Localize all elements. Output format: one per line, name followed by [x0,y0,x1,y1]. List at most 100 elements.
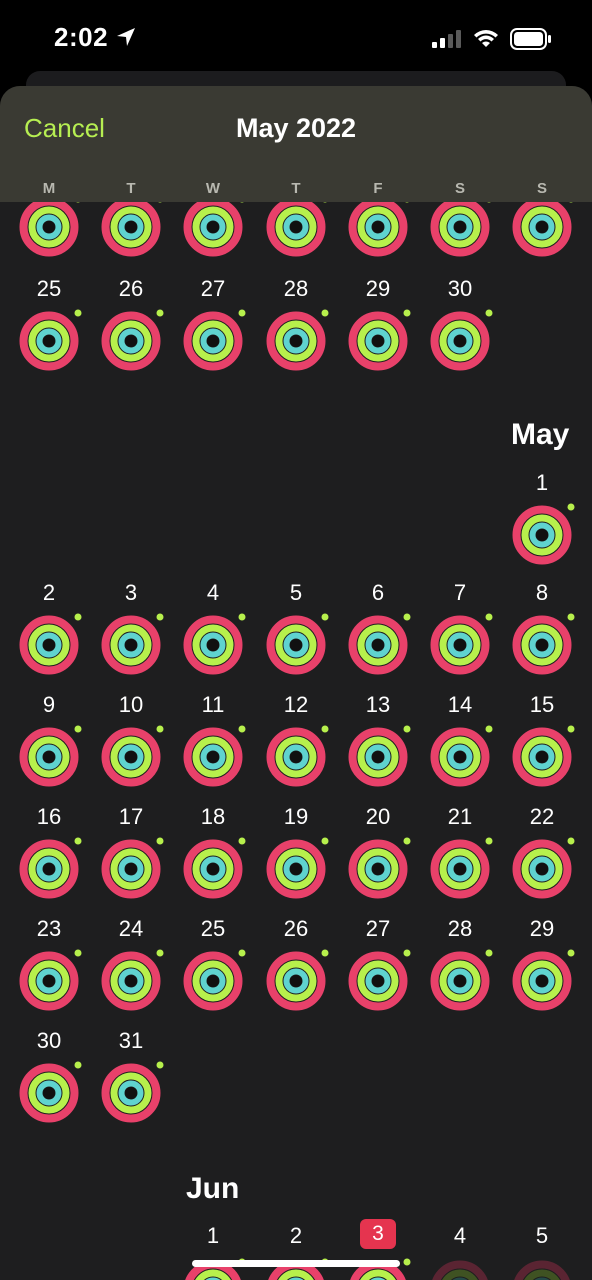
activity-rings-icon[interactable] [14,610,84,680]
weekday-label: W [205,180,221,197]
activity-rings-icon[interactable] [178,1255,248,1280]
activity-rings-icon[interactable] [96,610,166,680]
day-number[interactable]: 12 [261,692,331,718]
day-number[interactable]: 4 [178,580,248,606]
activity-rings-icon[interactable] [261,306,331,376]
day-number[interactable]: 24 [96,916,166,942]
activity-rings-icon[interactable] [14,946,84,1016]
activity-rings-icon[interactable] [178,192,248,262]
status-bar: 2:02 [0,0,592,80]
day-number[interactable]: 15 [507,692,577,718]
activity-rings-icon[interactable] [96,834,166,904]
activity-rings-icon[interactable] [343,1255,413,1280]
day-number[interactable]: 13 [343,692,413,718]
wifi-icon [474,30,498,47]
day-number[interactable]: 7 [425,580,495,606]
activity-rings-icon[interactable] [14,306,84,376]
status-time: 2:02 [54,22,109,52]
activity-rings-icon[interactable] [178,834,248,904]
activity-rings-icon[interactable] [261,192,331,262]
activity-rings-icon[interactable] [261,1255,331,1280]
day-number[interactable]: 14 [425,692,495,718]
activity-rings-icon[interactable] [507,834,577,904]
activity-rings-icon[interactable] [425,722,495,792]
month-label: May [511,418,570,451]
activity-rings-icon[interactable] [178,946,248,1016]
activity-rings-icon[interactable] [14,1058,84,1128]
activity-rings-icon[interactable] [425,834,495,904]
day-number[interactable]: 30 [425,276,495,302]
activity-rings-icon[interactable] [96,1058,166,1128]
day-number[interactable]: 26 [96,276,166,302]
activity-rings-icon[interactable] [343,610,413,680]
day-number[interactable]: 9 [14,692,84,718]
day-number[interactable]: 18 [178,804,248,830]
activity-rings-icon[interactable] [178,306,248,376]
day-number[interactable]: 19 [261,804,331,830]
activity-rings-icon[interactable] [96,192,166,262]
day-number[interactable]: 29 [343,276,413,302]
activity-rings-icon[interactable] [507,610,577,680]
activity-rings-icon[interactable] [507,946,577,1016]
day-number[interactable]: 29 [507,916,577,942]
activity-rings-icon[interactable] [261,834,331,904]
activity-rings-icon[interactable] [14,834,84,904]
day-number[interactable]: 25 [178,916,248,942]
weekday-label: S [454,180,465,197]
day-number[interactable]: 10 [96,692,166,718]
activity-rings-icon[interactable] [343,306,413,376]
day-number[interactable]: 22 [507,804,577,830]
activity-rings-icon[interactable] [261,946,331,1016]
activity-rings-icon[interactable] [507,722,577,792]
activity-rings-icon[interactable] [261,722,331,792]
day-number[interactable]: 5 [261,580,331,606]
activity-rings-icon[interactable] [14,192,84,262]
day-number[interactable]: 4 [425,1223,495,1249]
activity-rings-icon[interactable] [96,306,166,376]
today-badge[interactable]: 3 [360,1219,396,1249]
activity-rings-icon[interactable] [425,1255,495,1280]
activity-rings-icon[interactable] [507,192,577,262]
activity-rings-icon[interactable] [178,722,248,792]
activity-rings-icon[interactable] [507,500,577,570]
day-number[interactable]: 27 [178,276,248,302]
weekday-label: T [126,180,136,197]
activity-rings-icon[interactable] [96,722,166,792]
day-number[interactable]: 21 [425,804,495,830]
activity-rings-icon[interactable] [343,722,413,792]
activity-rings-icon[interactable] [14,722,84,792]
day-number[interactable]: 2 [14,580,84,606]
day-number[interactable]: 1 [507,470,577,496]
day-number[interactable]: 6 [343,580,413,606]
day-number[interactable]: 8 [507,580,577,606]
activity-rings-icon[interactable] [507,1255,577,1280]
day-number[interactable]: 16 [14,804,84,830]
home-indicator[interactable] [192,1260,400,1267]
activity-rings-icon[interactable] [178,610,248,680]
day-number[interactable]: 3 [96,580,166,606]
day-number[interactable]: 31 [96,1028,166,1054]
activity-rings-icon[interactable] [261,610,331,680]
day-number[interactable]: 26 [261,916,331,942]
calendar-sheet: 25 26 27 28 29 30 May 1 2 3 4 5 6 7 8 9 10 11 12 13 14 15 16 17… [0,86,592,1280]
activity-rings-icon[interactable] [425,306,495,376]
day-number[interactable]: 2 [261,1223,331,1249]
day-number[interactable]: 20 [343,804,413,830]
day-number[interactable]: 25 [14,276,84,302]
activity-rings-icon[interactable] [343,834,413,904]
day-number[interactable]: 27 [343,916,413,942]
activity-rings-icon[interactable] [343,192,413,262]
activity-rings-icon[interactable] [96,946,166,1016]
activity-rings-icon[interactable] [425,610,495,680]
activity-rings-icon[interactable] [425,946,495,1016]
day-number[interactable]: 17 [96,804,166,830]
day-number[interactable]: 23 [14,916,84,942]
day-number[interactable]: 11 [178,692,248,718]
day-number[interactable]: 1 [178,1223,248,1249]
activity-rings-icon[interactable] [425,192,495,262]
activity-rings-icon[interactable] [343,946,413,1016]
day-number[interactable]: 28 [425,916,495,942]
day-number[interactable]: 28 [261,276,331,302]
day-number[interactable]: 30 [14,1028,84,1054]
day-number[interactable]: 5 [507,1223,577,1249]
